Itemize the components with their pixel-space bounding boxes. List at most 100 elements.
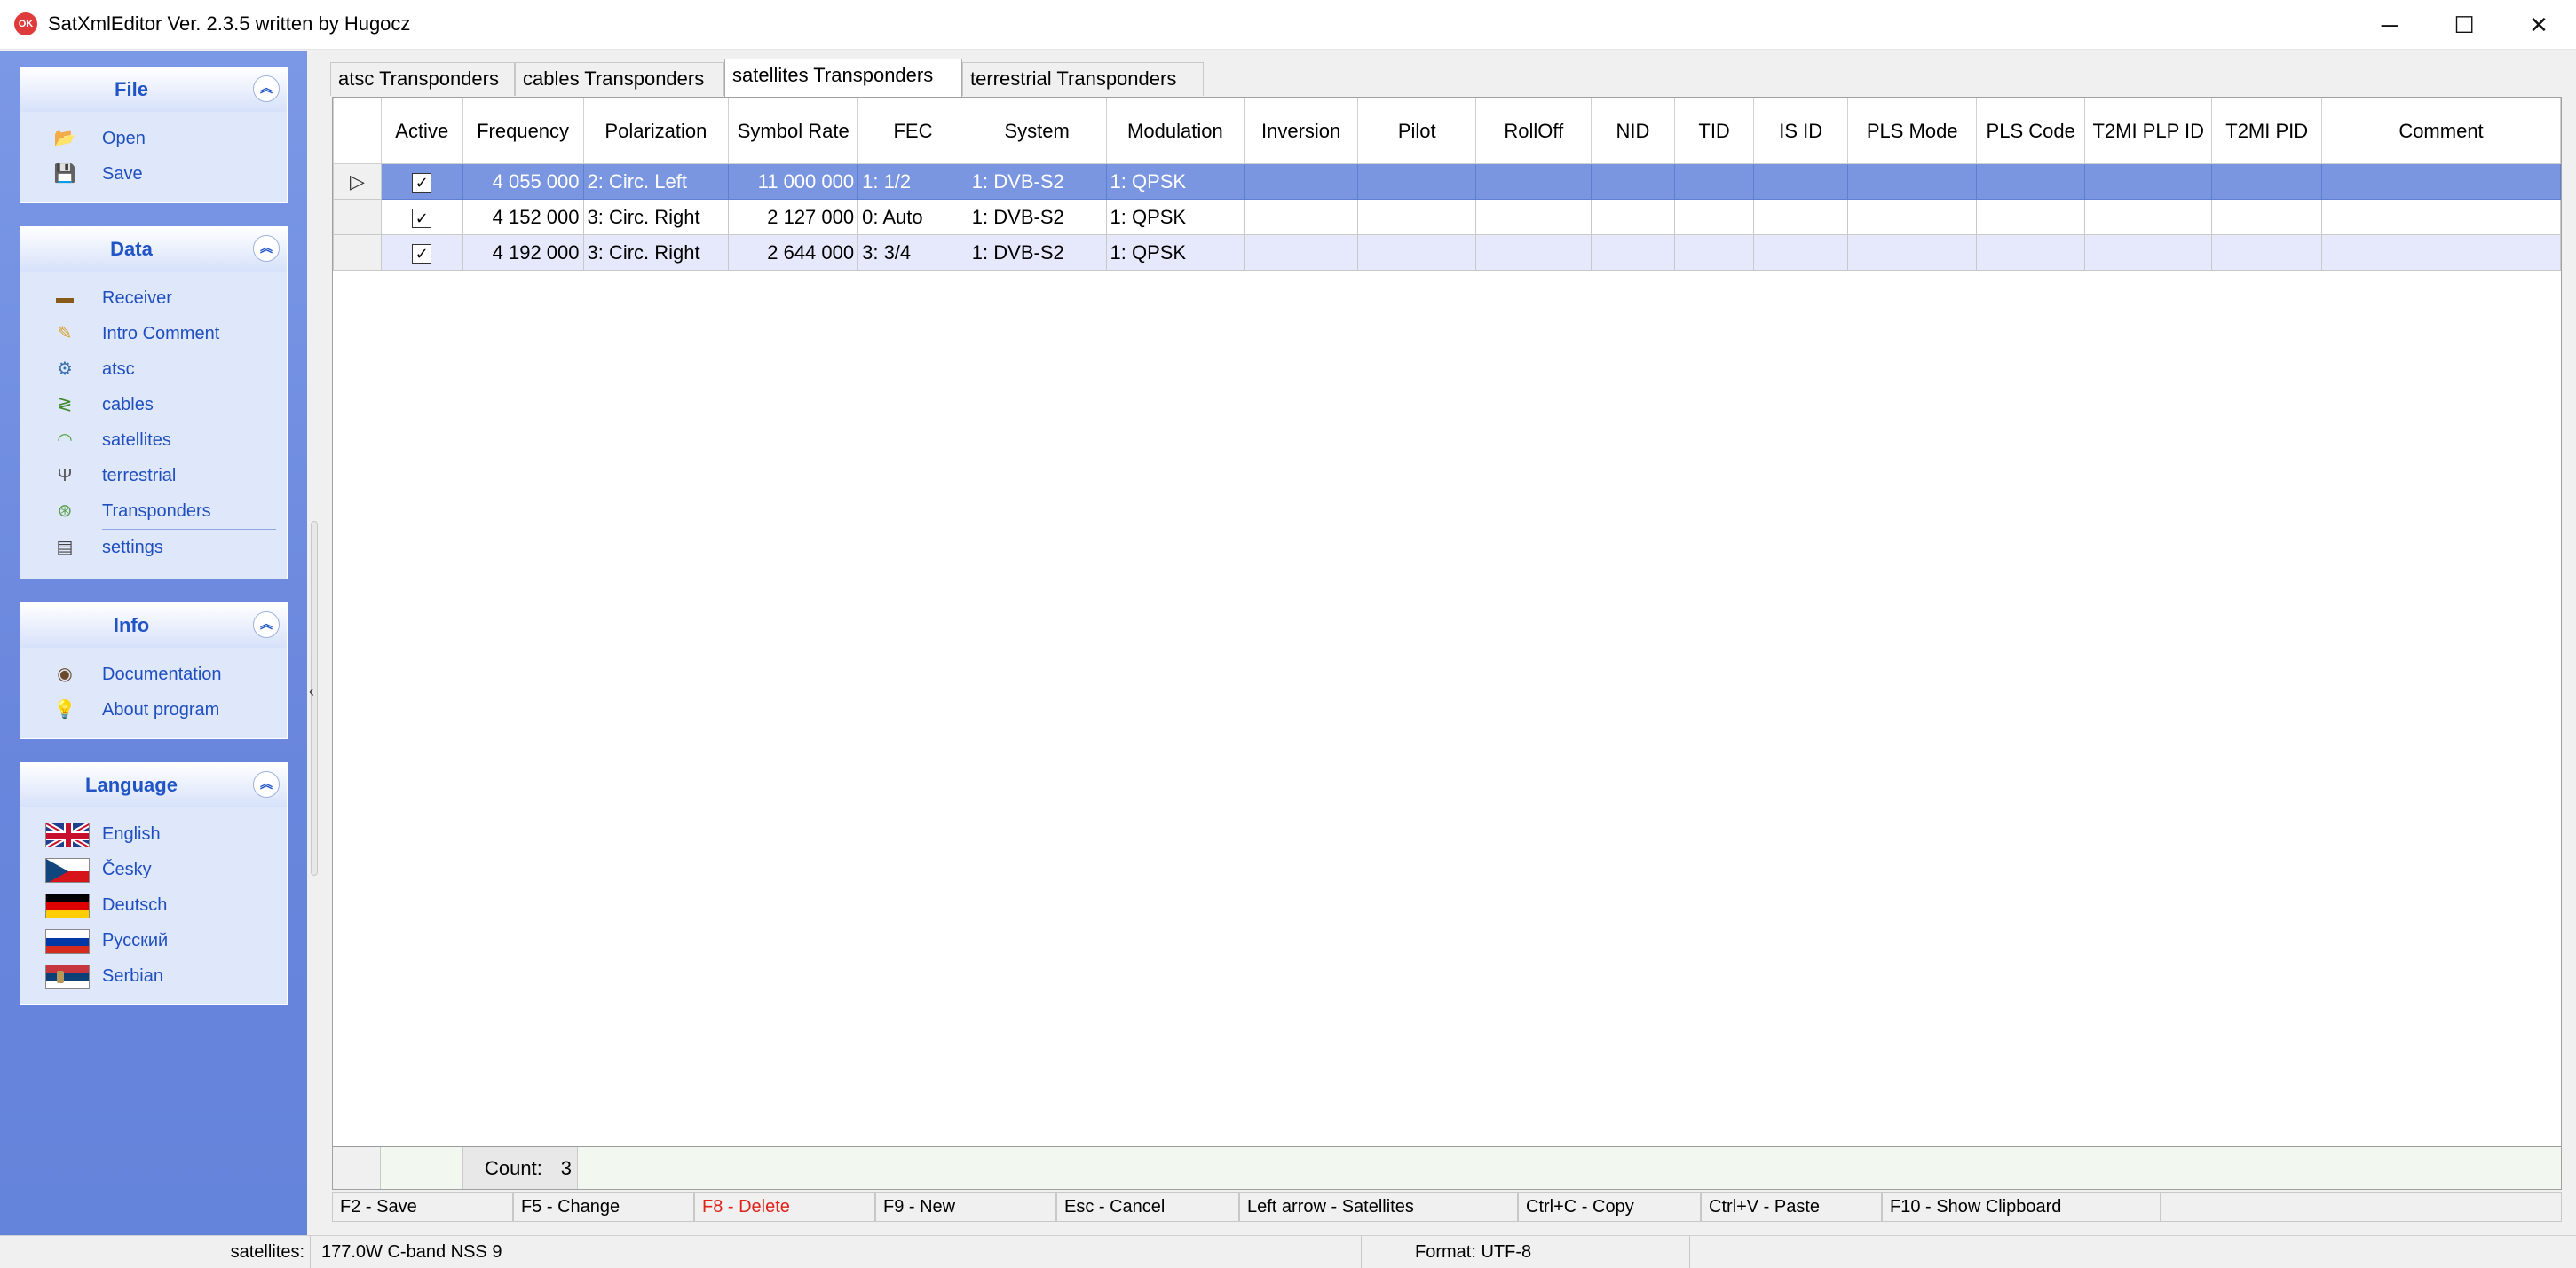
collapse-icon[interactable]: ︽: [253, 771, 280, 798]
minimize-button[interactable]: ─: [2352, 0, 2427, 50]
t2mi-pid-cell[interactable]: [2211, 163, 2322, 200]
active-checkbox[interactable]: ✓: [380, 234, 463, 271]
nid-cell[interactable]: [1591, 163, 1675, 200]
symbol-rate-cell[interactable]: 11 000 000: [728, 163, 859, 200]
fec-cell[interactable]: 1: 1/2: [857, 163, 968, 200]
polarization-cell[interactable]: 3: Circ. Right: [582, 234, 730, 271]
column-header-rolloff[interactable]: RollOff: [1475, 98, 1592, 164]
pilot-cell[interactable]: [1357, 234, 1477, 271]
is-id-cell[interactable]: [1753, 199, 1848, 235]
system-cell[interactable]: 1: DVB-S2: [967, 199, 1107, 235]
tid-cell[interactable]: [1673, 199, 1755, 235]
sidebar-item-cables[interactable]: ≷ cables: [20, 387, 287, 422]
column-header-frequency[interactable]: Frequency: [462, 98, 584, 164]
t2mi-plp-id-cell[interactable]: [2083, 163, 2213, 200]
shortcut-copy[interactable]: Ctrl+C - Copy: [1518, 1192, 1701, 1222]
table-row[interactable]: ✓ 4 192 000 3: Circ. Right 2 644 000 3: …: [333, 234, 2562, 271]
t2mi-pid-cell[interactable]: [2211, 199, 2322, 235]
sidebar-item-about-program[interactable]: 💡 About program: [20, 692, 287, 728]
sidebar-item-settings[interactable]: ▤ settings: [20, 530, 287, 565]
column-header-nid[interactable]: NID: [1591, 98, 1675, 164]
pls-code-cell[interactable]: [1976, 163, 2085, 200]
column-header-active[interactable]: Active: [380, 98, 463, 164]
tid-cell[interactable]: [1673, 234, 1755, 271]
t2mi-pid-cell[interactable]: [2211, 234, 2322, 271]
modulation-cell[interactable]: 1: QPSK: [1105, 234, 1245, 271]
sidebar-item-terrestrial[interactable]: Ψ terrestrial: [20, 458, 287, 493]
sidebar-item-intro-comment[interactable]: ✎ Intro Comment: [20, 316, 287, 351]
data-panel-header[interactable]: Data ︽: [20, 227, 287, 272]
comment-cell[interactable]: [2320, 163, 2562, 200]
column-header-pilot[interactable]: Pilot: [1357, 98, 1477, 164]
fec-cell[interactable]: 0: Auto: [857, 199, 968, 235]
column-header-t2mi-plp-id[interactable]: T2MI PLP ID: [2083, 98, 2213, 164]
pilot-cell[interactable]: [1357, 163, 1477, 200]
modulation-cell[interactable]: 1: QPSK: [1105, 199, 1245, 235]
shortcut-save[interactable]: F2 - Save: [332, 1192, 513, 1222]
sidebar-item-deutsch[interactable]: Deutsch: [20, 887, 287, 923]
column-header-pls-mode[interactable]: PLS Mode: [1846, 98, 1978, 164]
table-row[interactable]: ▷ ✓ 4 055 000 2: Circ. Left 11 000 000 1…: [333, 163, 2562, 200]
close-button[interactable]: ✕: [2501, 0, 2576, 50]
row-indicator[interactable]: [333, 199, 382, 235]
sidebar-item-documentation[interactable]: ◉ Documentation: [20, 657, 287, 692]
tid-cell[interactable]: [1673, 163, 1755, 200]
column-header-tid[interactable]: TID: [1673, 98, 1755, 164]
polarization-cell[interactable]: 3: Circ. Right: [582, 199, 730, 235]
sidebar-item-satellites[interactable]: ◠ satellites: [20, 422, 287, 458]
nid-cell[interactable]: [1591, 234, 1675, 271]
sidebar-item-transponders[interactable]: ⊛ Transponders: [20, 493, 287, 529]
sidebar-item-receiver[interactable]: ▬ Receiver: [20, 280, 287, 316]
column-header-inversion[interactable]: Inversion: [1244, 98, 1359, 164]
table-row[interactable]: ✓ 4 152 000 3: Circ. Right 2 127 000 0: …: [333, 199, 2562, 235]
shortcut-delete[interactable]: F8 - Delete: [694, 1192, 875, 1222]
shortcut-paste[interactable]: Ctrl+V - Paste: [1701, 1192, 1882, 1222]
column-header-comment[interactable]: Comment: [2320, 98, 2562, 164]
system-cell[interactable]: 1: DVB-S2: [967, 163, 1107, 200]
sidebar-item-serbian[interactable]: Serbian: [20, 958, 287, 994]
tab-atsc-transponders[interactable]: atsc Transponders: [330, 62, 515, 96]
collapse-icon[interactable]: ︽: [253, 611, 280, 638]
row-indicator[interactable]: [333, 234, 382, 271]
column-header-fec[interactable]: FEC: [857, 98, 968, 164]
current-row-indicator-icon[interactable]: ▷: [333, 163, 382, 200]
shortcut-left-arrow-satellites[interactable]: Left arrow - Satellites: [1239, 1192, 1518, 1222]
shortcut-cancel[interactable]: Esc - Cancel: [1056, 1192, 1239, 1222]
shortcut-show-clipboard[interactable]: F10 - Show Clipboard: [1882, 1192, 2161, 1222]
sidebar-item-russian[interactable]: Русский: [20, 923, 287, 958]
sidebar-item-atsc[interactable]: ⚙ atsc: [20, 351, 287, 387]
sidebar-item-save[interactable]: 💾 Save: [20, 156, 287, 192]
tab-cables-transponders[interactable]: cables Transponders: [515, 62, 724, 96]
tab-satellites-transponders[interactable]: satellites Transponders: [724, 59, 962, 97]
pls-mode-cell[interactable]: [1846, 199, 1978, 235]
chevron-left-icon[interactable]: ‹: [309, 682, 314, 701]
language-panel-header[interactable]: Language ︽: [20, 763, 287, 807]
pls-mode-cell[interactable]: [1846, 234, 1978, 271]
frequency-cell[interactable]: 4 055 000: [462, 163, 584, 200]
rolloff-cell[interactable]: [1475, 199, 1592, 235]
collapse-icon[interactable]: ︽: [253, 235, 280, 262]
t2mi-plp-id-cell[interactable]: [2083, 199, 2213, 235]
info-panel-header[interactable]: Info ︽: [20, 603, 287, 648]
is-id-cell[interactable]: [1753, 234, 1848, 271]
column-header-system[interactable]: System: [967, 98, 1107, 164]
collapse-icon[interactable]: ︽: [253, 75, 280, 102]
modulation-cell[interactable]: 1: QPSK: [1105, 163, 1245, 200]
rolloff-cell[interactable]: [1475, 163, 1592, 200]
sidebar-item-open[interactable]: 📂 Open: [20, 121, 287, 156]
inversion-cell[interactable]: [1244, 163, 1359, 200]
sidebar-item-cesky[interactable]: Česky: [20, 852, 287, 887]
pls-mode-cell[interactable]: [1846, 163, 1978, 200]
active-checkbox[interactable]: ✓: [380, 163, 463, 200]
pilot-cell[interactable]: [1357, 199, 1477, 235]
t2mi-plp-id-cell[interactable]: [2083, 234, 2213, 271]
frequency-cell[interactable]: 4 152 000: [462, 199, 584, 235]
column-header-is-id[interactable]: IS ID: [1753, 98, 1848, 164]
column-header-modulation[interactable]: Modulation: [1105, 98, 1245, 164]
active-checkbox[interactable]: ✓: [380, 199, 463, 235]
shortcut-new[interactable]: F9 - New: [875, 1192, 1056, 1222]
file-panel-header[interactable]: File ︽: [20, 67, 287, 112]
column-header-polarization[interactable]: Polarization: [582, 98, 730, 164]
comment-cell[interactable]: [2320, 199, 2562, 235]
system-cell[interactable]: 1: DVB-S2: [967, 234, 1107, 271]
